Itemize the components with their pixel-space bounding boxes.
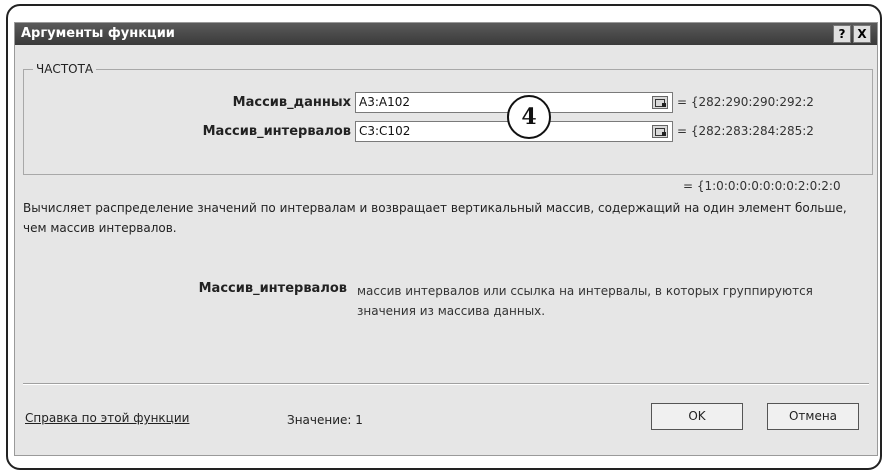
dialog-title: Аргументы функции: [21, 26, 175, 41]
range-select-icon[interactable]: [652, 96, 668, 109]
formula-value-label: Значение: 1: [287, 413, 363, 427]
ok-button[interactable]: OK: [651, 403, 743, 430]
title-bar: Аргументы функции ? X: [15, 23, 877, 45]
cancel-button[interactable]: Отмена: [767, 403, 859, 430]
formula-result-preview: = {1:0:0:0:0:0:0:0:2:0:2:0: [683, 179, 841, 193]
function-description: Вычисляет распределение значений по инте…: [23, 201, 847, 235]
arg-input-value: A3:A102: [359, 95, 410, 109]
arg-preview-data-array: = {282:290:290:292:2: [677, 95, 814, 109]
param-help-name: Массив_интервалов: [198, 281, 347, 296]
function-name-legend: ЧАСТОТА: [33, 62, 97, 76]
function-help-link[interactable]: Справка по этой функции: [25, 411, 189, 425]
param-help-text: массив интервалов или ссылка на интервал…: [357, 284, 813, 318]
close-icon-button[interactable]: X: [853, 25, 871, 43]
arg-label-data-array: Массив_данных: [232, 95, 351, 110]
function-arguments-dialog: Аргументы функции ? X ЧАСТОТА Массив_дан…: [14, 22, 878, 456]
arg-input-value: C3:C102: [359, 124, 411, 138]
help-icon-button[interactable]: ?: [833, 25, 851, 43]
arg-preview-bins-array: = {282:283:284:285:2: [677, 124, 814, 138]
callout-number-badge: 4: [507, 95, 551, 139]
book-figure-frame: Аргументы функции ? X ЧАСТОТА Массив_дан…: [6, 4, 882, 470]
range-select-icon[interactable]: [652, 125, 668, 138]
footer-separator: [23, 383, 869, 385]
arg-label-bins-array: Массив_интервалов: [202, 124, 351, 139]
